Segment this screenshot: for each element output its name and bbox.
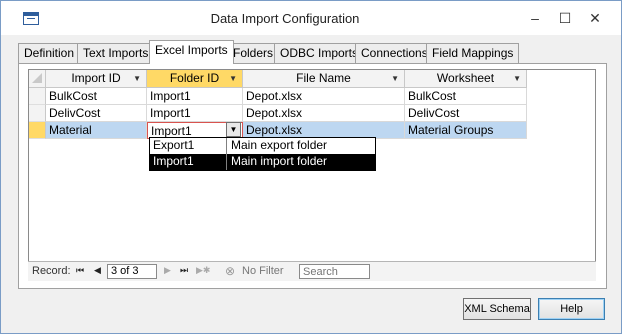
cell-folder-id[interactable]: Import1 (147, 88, 243, 105)
cell-worksheet[interactable]: DelivCost (405, 105, 527, 122)
minimize-button[interactable]: – (521, 7, 549, 29)
cell-import-id[interactable]: DelivCost (46, 105, 147, 122)
cell-import-id[interactable]: BulkCost (46, 88, 147, 105)
dropdown-option-id: Export1 (150, 138, 227, 154)
help-button[interactable]: Help (538, 298, 605, 320)
cell-worksheet[interactable]: Material Groups (405, 122, 527, 139)
row-selector[interactable] (29, 88, 46, 105)
current-record-field[interactable]: 3 of 3 (107, 264, 157, 279)
maximize-button[interactable]: ☐ (551, 7, 579, 29)
column-header-folder-id[interactable]: Folder ID ▼ (147, 70, 243, 88)
tab-field-mappings[interactable]: Field Mappings (426, 43, 520, 64)
close-button[interactable]: ✕ (581, 7, 609, 29)
import-config-window: Data Import Configuration – ☐ ✕ Definiti… (0, 0, 622, 334)
previous-record-icon[interactable]: ◀ (94, 265, 101, 276)
cell-worksheet[interactable]: BulkCost (405, 88, 527, 105)
xml-schema-button[interactable]: XML Schema (463, 298, 531, 320)
cell-folder-id[interactable]: Import1 (147, 105, 243, 122)
tab-text-imports[interactable]: Text Imports (77, 43, 155, 64)
tab-definition[interactable]: Definition (18, 43, 81, 64)
record-navigation-bar: Record: ⏮ ◀ 3 of 3 ▶ ⏭ ▶✱ ⊗ No Filter (28, 261, 596, 281)
tab-excel-imports[interactable]: Excel Imports (149, 40, 234, 64)
window-title: Data Import Configuration (210, 11, 360, 26)
title-bar: Data Import Configuration – ☐ ✕ (1, 1, 621, 35)
column-dropdown-icon[interactable]: ▼ (391, 70, 399, 87)
column-header-label: Worksheet (436, 71, 495, 85)
dropdown-option-export1[interactable]: Export1 Main export folder (150, 138, 375, 154)
column-header-label: Folder ID (169, 71, 220, 85)
column-header-file-name[interactable]: File Name ▼ (243, 70, 405, 88)
row-selector-current[interactable] (29, 122, 46, 139)
column-dropdown-icon[interactable]: ▼ (229, 70, 237, 87)
tab-folders[interactable]: Folders (227, 43, 280, 64)
dropdown-option-description: Main import folder (231, 154, 328, 168)
no-filter-button[interactable]: No Filter (242, 265, 284, 277)
new-record-icon[interactable]: ▶✱ (196, 265, 210, 276)
record-label: Record: (32, 265, 71, 277)
datasheet-grid: Import ID ▼ Folder ID ▼ File Name ▼ Work… (28, 69, 596, 281)
column-header-label: Import ID (71, 71, 121, 85)
column-header-label: File Name (296, 71, 351, 85)
dropdown-option-id: Import1 (150, 154, 227, 170)
column-dropdown-icon[interactable]: ▼ (513, 70, 521, 87)
column-header-worksheet[interactable]: Worksheet ▼ (405, 70, 527, 88)
dropdown-option-import1[interactable]: Import1 Main import folder (150, 154, 375, 170)
search-input[interactable] (299, 264, 370, 279)
cell-import-id[interactable]: Material (46, 122, 147, 139)
column-header-import-id[interactable]: Import ID ▼ (46, 70, 147, 88)
cell-file-name[interactable]: Depot.xlsx (243, 88, 405, 105)
last-record-icon[interactable]: ⏭ (180, 265, 188, 276)
cell-file-name[interactable]: Depot.xlsx (243, 105, 405, 122)
no-filter-icon[interactable]: ⊗ (225, 264, 239, 278)
column-dropdown-icon[interactable]: ▼ (133, 70, 141, 87)
row-selector[interactable] (29, 105, 46, 122)
tab-connections[interactable]: Connections (355, 43, 434, 64)
first-record-icon[interactable]: ⏮ (76, 265, 84, 276)
tab-odbc-imports[interactable]: ODBC Imports (274, 43, 365, 64)
folder-id-dropdown-list: Export1 Main export folder Import1 Main … (149, 137, 376, 171)
select-all-corner[interactable] (29, 70, 46, 88)
dropdown-option-description: Main export folder (231, 138, 328, 152)
folder-id-dropdown-button[interactable]: ▼ (226, 122, 241, 137)
next-record-icon[interactable]: ▶ (164, 265, 171, 276)
